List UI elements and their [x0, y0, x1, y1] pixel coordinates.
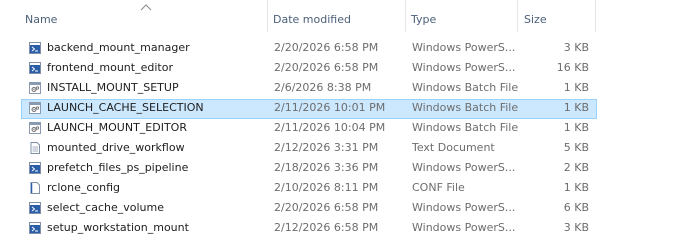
file-date-modified: 2/12/2026 3:31 PM — [274, 141, 379, 154]
file-size: 5 KB — [563, 141, 589, 154]
text-document-icon — [28, 141, 42, 155]
file-size: 1 KB — [563, 121, 589, 134]
column-header-row: Name Date modified Type Size — [0, 0, 694, 32]
file-row[interactable]: backend_mount_manager 2/20/2026 6:58 PM Wi… — [0, 38, 694, 58]
file-type: Windows Batch File — [412, 101, 519, 114]
column-divider[interactable] — [517, 0, 518, 32]
file-type: Text Document — [412, 141, 495, 154]
config-file-icon — [28, 181, 42, 195]
batch-file-icon — [28, 101, 42, 115]
file-date-modified: 2/20/2026 6:58 PM — [274, 61, 379, 74]
file-type: Windows Batch File — [412, 81, 519, 94]
file-row[interactable]: LAUNCH_MOUNT_EDITOR 2/11/2026 10:04 PM Win… — [0, 118, 694, 138]
file-row[interactable]: mounted_drive_workflow 2/12/2026 3:31 PM T… — [0, 138, 694, 158]
file-size: 1 KB — [563, 101, 589, 114]
file-list: backend_mount_manager 2/20/2026 6:58 PM Wi… — [0, 38, 694, 238]
file-date-modified: 2/20/2026 6:58 PM — [274, 41, 379, 54]
file-size: 3 KB — [563, 221, 589, 234]
powershell-script-icon — [28, 221, 42, 235]
file-date-modified: 2/11/2026 10:01 PM — [274, 101, 386, 114]
file-name: LAUNCH_CACHE_SELECTION — [47, 101, 204, 114]
file-type: Windows Batch File — [412, 121, 519, 134]
file-row[interactable]: rclone_config 2/10/2026 8:11 PM CONF File 1… — [0, 178, 694, 198]
file-row[interactable]: prefetch_files_ps_pipeline 2/18/2026 3:36… — [0, 158, 694, 178]
powershell-script-icon — [28, 41, 42, 55]
file-type: Windows PowerS... — [412, 61, 516, 74]
file-name: LAUNCH_MOUNT_EDITOR — [47, 121, 187, 134]
file-date-modified: 2/18/2026 3:36 PM — [274, 161, 379, 174]
file-type: Windows PowerS... — [412, 221, 516, 234]
batch-file-icon — [28, 81, 42, 95]
column-header-type[interactable]: Type — [411, 0, 517, 32]
file-type: Windows PowerS... — [412, 201, 516, 214]
file-date-modified: 2/12/2026 6:58 PM — [274, 221, 379, 234]
file-date-modified: 2/10/2026 8:11 PM — [274, 181, 379, 194]
column-divider[interactable] — [405, 0, 406, 32]
file-row[interactable]: LAUNCH_CACHE_SELECTION 2/11/2026 10:01 PM… — [0, 98, 694, 119]
file-explorer-list: Name Date modified Type Size backend_mou… — [0, 0, 694, 248]
batch-file-icon — [28, 121, 42, 135]
file-date-modified: 2/11/2026 10:04 PM — [274, 121, 386, 134]
file-name: frontend_mount_editor — [47, 61, 173, 74]
file-name: rclone_config — [47, 181, 121, 194]
file-row[interactable]: frontend_mount_editor 2/20/2026 6:58 PM Wi… — [0, 58, 694, 78]
file-name: backend_mount_manager — [47, 41, 190, 54]
file-date-modified: 2/20/2026 6:58 PM — [274, 201, 379, 214]
file-row[interactable]: select_cache_volume 2/20/2026 6:58 PM Wind… — [0, 198, 694, 218]
powershell-script-icon — [28, 61, 42, 75]
file-type: Windows PowerS... — [412, 161, 516, 174]
file-name: setup_workstation_mount — [47, 221, 189, 234]
file-row[interactable]: INSTALL_MOUNT_SETUP 2/6/2026 8:38 PM Windo… — [0, 78, 694, 98]
file-type: CONF File — [412, 181, 465, 194]
file-size: 2 KB — [563, 161, 589, 174]
file-name: prefetch_files_ps_pipeline — [47, 161, 189, 174]
column-header-size[interactable]: Size — [524, 0, 590, 32]
file-size: 6 KB — [563, 201, 589, 214]
file-row[interactable]: setup_workstation_mount 2/12/2026 6:58 PM… — [0, 218, 694, 238]
column-divider[interactable] — [595, 0, 596, 32]
column-header-date-modified[interactable]: Date modified — [273, 0, 401, 32]
file-type: Windows PowerS... — [412, 41, 516, 54]
file-name: mounted_drive_workflow — [47, 141, 185, 154]
column-header-name[interactable]: Name — [25, 0, 265, 32]
file-size: 3 KB — [563, 41, 589, 54]
powershell-script-icon — [28, 201, 42, 215]
file-date-modified: 2/6/2026 8:38 PM — [274, 81, 372, 94]
file-size: 1 KB — [563, 81, 589, 94]
column-divider[interactable] — [267, 0, 268, 32]
file-name: INSTALL_MOUNT_SETUP — [47, 81, 179, 94]
powershell-script-icon — [28, 161, 42, 175]
file-name: select_cache_volume — [47, 201, 165, 214]
file-size: 16 KB — [556, 61, 589, 74]
file-size: 1 KB — [563, 181, 589, 194]
